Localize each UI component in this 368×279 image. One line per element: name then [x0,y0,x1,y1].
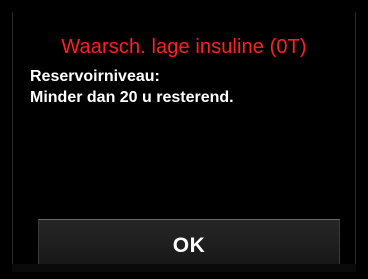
ok-button[interactable]: OK [38,219,340,267]
bottom-bar [12,264,356,272]
ok-button-label: OK [172,233,206,257]
alert-message: Reservoirniveau: Minder dan 20 u restere… [30,66,234,108]
alert-title: Waarsch. lage insuline (0T) [61,36,307,58]
alert-message-line-2: Minder dan 20 u resterend. [30,89,234,106]
alert-screen: Waarsch. lage insuline (0T) Reservoirniv… [12,12,356,272]
alert-message-line-1: Reservoirniveau: [30,68,160,85]
device-bezel: Waarsch. lage insuline (0T) Reservoirniv… [0,0,368,279]
